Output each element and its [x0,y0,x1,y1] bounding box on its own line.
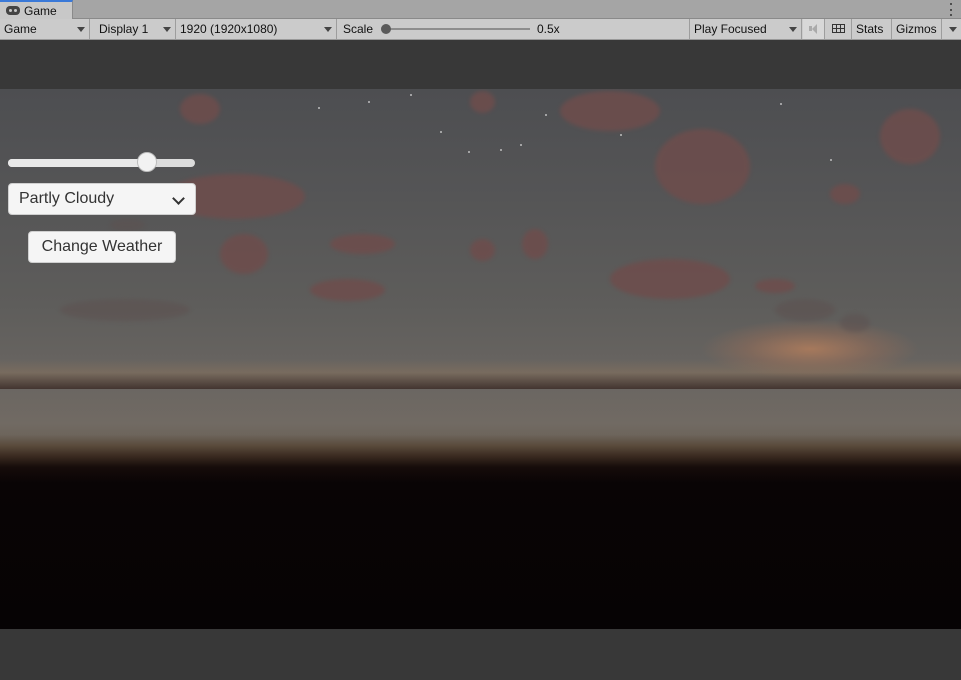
star [545,114,547,116]
cloud [110,219,145,231]
dropdown-arrow-icon [324,27,332,32]
star [318,107,320,109]
resolution-dropdown[interactable]: 1920 (1920x1080) [176,19,337,39]
star [830,159,832,161]
cloud [220,234,268,274]
cloud [560,91,660,131]
cloud [655,129,750,204]
gizmos-dropdown[interactable] [942,19,961,39]
cloud [180,94,220,124]
cloud [830,184,860,204]
star [500,149,502,151]
game-viewport[interactable]: Partly Cloudy Change Weather [0,89,961,629]
star [780,103,782,105]
weather-intensity-slider[interactable] [8,152,195,172]
dropdown-arrow-icon [789,27,797,32]
play-mode-label: Play Focused [694,22,767,36]
gizmos-label: Gizmos [896,22,937,36]
cloud [60,299,190,321]
view-mode-dropdown[interactable]: Game [0,19,90,39]
speaker-icon[interactable] [803,19,825,39]
cloud [330,234,395,254]
more-options-icon[interactable] [950,3,953,16]
star [410,94,412,96]
dropdown-arrow-icon [77,27,85,32]
slider-handle[interactable] [136,152,157,172]
chevron-down-icon [172,192,185,205]
stats-button[interactable]: Stats [852,19,892,39]
cloud [470,239,495,261]
cloud [470,91,495,113]
gizmos-button[interactable]: Gizmos [892,19,942,39]
cloud [775,299,835,321]
scale-value: 0.5x [537,22,560,36]
cloud [522,229,548,259]
game-view-area: Partly Cloudy Change Weather [0,41,961,680]
resolution-label: 1920 (1920x1080) [180,22,278,36]
star [520,144,522,146]
star [468,151,470,153]
keyboard-icon[interactable] [826,19,852,39]
scale-label: Scale [343,22,374,36]
cloud [610,259,730,299]
dropdown-arrow-icon [949,27,957,32]
game-toolbar: Game Display 1 1920 (1920x1080) Scale 0.… [0,19,961,40]
cloud [310,279,385,301]
weather-dropdown[interactable]: Partly Cloudy [8,183,196,215]
star [368,101,370,103]
view-mode-label: Game [4,22,37,36]
change-weather-button[interactable]: Change Weather [28,231,176,263]
editor-tab-strip: Game [0,0,961,19]
tab-game-label: Game [24,3,57,18]
horizon [0,359,961,389]
gamepad-icon [6,6,20,15]
scale-slider-track[interactable] [386,28,530,30]
dropdown-arrow-icon [163,27,171,32]
star [440,131,442,133]
tab-game[interactable]: Game [0,0,73,19]
scale-slider-handle[interactable] [381,24,391,34]
cloud [840,314,870,332]
stats-label: Stats [856,22,884,36]
play-mode-dropdown[interactable]: Play Focused [690,19,802,39]
slider-fill [8,159,147,167]
cloud [755,279,795,293]
cloud [880,109,940,164]
star [620,134,622,136]
display-label: Display 1 [99,22,149,36]
weather-selected-label: Partly Cloudy [19,190,115,207]
display-dropdown[interactable]: Display 1 [90,19,176,39]
